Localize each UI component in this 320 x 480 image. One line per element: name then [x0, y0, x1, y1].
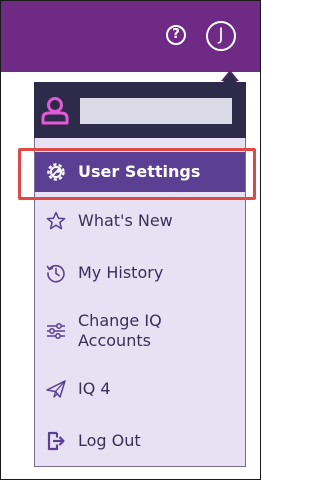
star-icon: [46, 211, 66, 230]
menu-item-label: My History: [78, 263, 164, 282]
menu-item-label: What's New: [78, 211, 173, 230]
menu-item-whats-new[interactable]: What's New: [35, 201, 245, 241]
menu-item-my-history[interactable]: My History: [35, 253, 245, 293]
menu-item-change-iq-accounts[interactable]: Change IQ Accounts: [35, 303, 245, 359]
menu-item-label: Change IQ Accounts: [78, 311, 162, 350]
menu-caret-inner: [223, 73, 237, 82]
menu-item-label: IQ 4: [78, 379, 111, 398]
profile-button[interactable]: J: [206, 21, 236, 51]
menu-item-iq-4[interactable]: IQ 4: [35, 369, 245, 409]
menu-item-label: Log Out: [78, 431, 141, 450]
redacted-user-name: [80, 98, 232, 124]
sliders-icon: [47, 323, 65, 339]
paper-plane-icon: [46, 380, 66, 398]
user-icon: [41, 97, 69, 125]
logout-icon: [47, 431, 65, 451]
history-icon: [46, 264, 65, 283]
help-button[interactable]: ?: [166, 25, 186, 45]
highlight-box: [18, 148, 256, 200]
menu-item-log-out[interactable]: Log Out: [35, 421, 245, 461]
